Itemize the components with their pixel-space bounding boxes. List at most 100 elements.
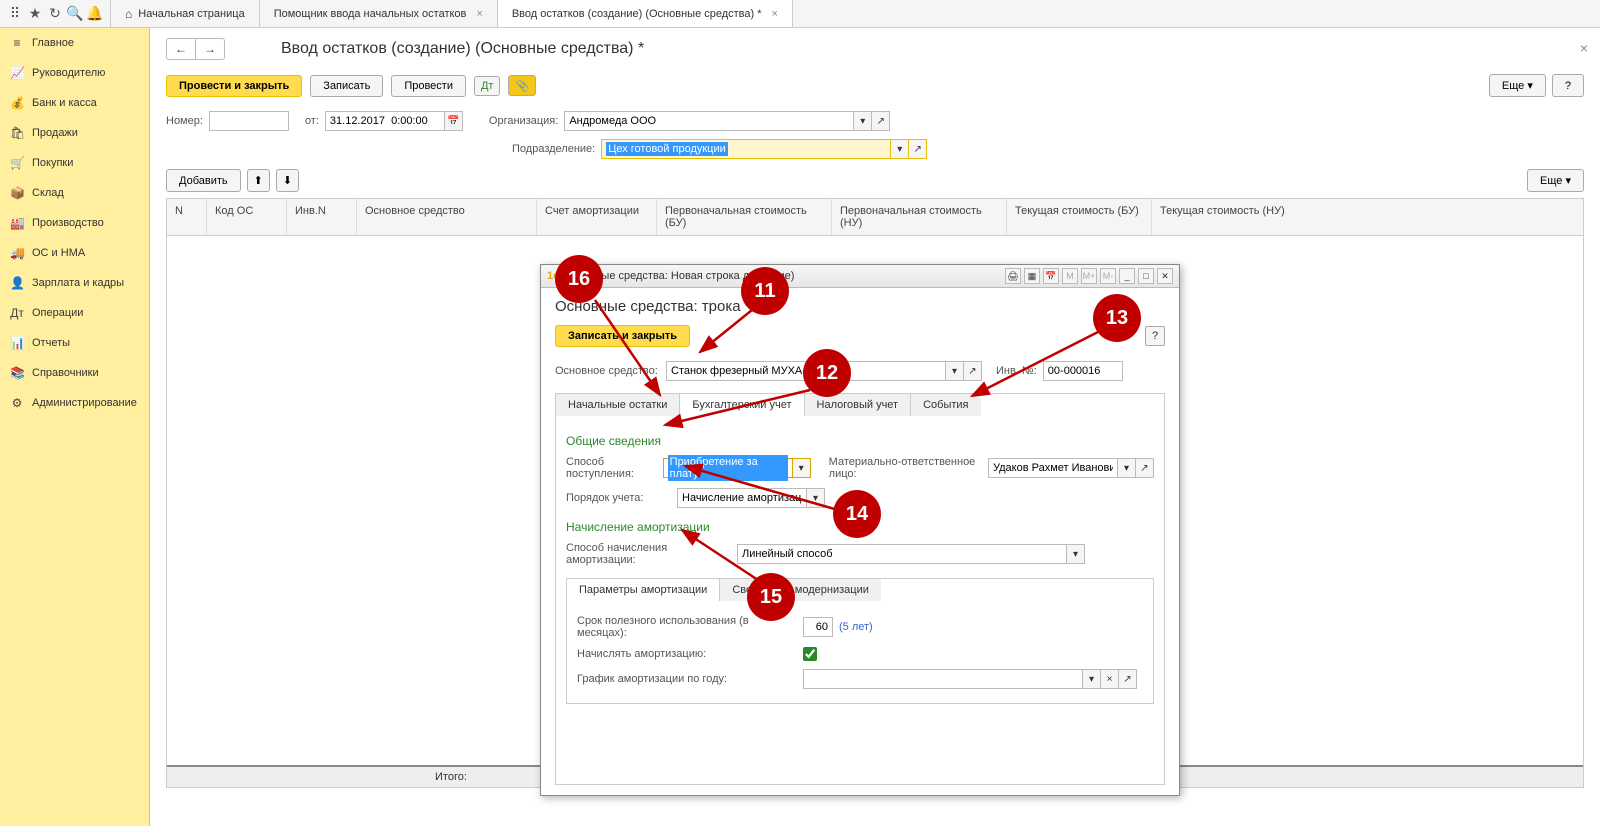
- col-amort-acc[interactable]: Счет амортизации: [537, 199, 657, 235]
- move-down-button[interactable]: ⬇: [276, 169, 299, 192]
- open-icon[interactable]: ↗: [1119, 669, 1137, 689]
- clear-icon[interactable]: ×: [1101, 669, 1119, 689]
- back-button[interactable]: ←: [167, 39, 196, 59]
- number-input[interactable]: [209, 111, 289, 131]
- more-button[interactable]: Еще ▾: [1489, 74, 1546, 97]
- chevron-down-icon[interactable]: ▾: [1083, 669, 1101, 689]
- close-doc-button[interactable]: ×: [1580, 40, 1588, 56]
- col-init-nu[interactable]: Первоначальная стоимость (НУ): [832, 199, 1007, 235]
- sidebar-item-label: Операции: [32, 307, 83, 319]
- chevron-down-icon[interactable]: ▾: [946, 361, 964, 381]
- order-label: Порядок учета:: [566, 492, 671, 504]
- col-invn[interactable]: Инв.N: [287, 199, 357, 235]
- bell-icon[interactable]: 🔔: [88, 7, 102, 21]
- org-input[interactable]: [564, 111, 854, 131]
- chevron-down-icon[interactable]: ▾: [807, 488, 825, 508]
- chevron-down-icon[interactable]: ▾: [793, 458, 811, 478]
- factory-icon: 🏭: [10, 216, 24, 230]
- dialog-help-button[interactable]: ?: [1145, 326, 1165, 346]
- col-code[interactable]: Код ОС: [207, 199, 287, 235]
- cart-icon: 🛒: [10, 156, 24, 170]
- subtab-modernization[interactable]: Сведения о модернизации: [720, 579, 881, 601]
- write-button[interactable]: Записать: [310, 75, 383, 97]
- tab-doc[interactable]: Ввод остатков (создание) (Основные средс…: [498, 0, 793, 27]
- close-icon[interactable]: ×: [472, 8, 482, 20]
- dialog-save-close-button[interactable]: Записать и закрыть: [555, 325, 690, 347]
- mol-input[interactable]: [988, 458, 1118, 478]
- amort-way-input[interactable]: [737, 544, 1067, 564]
- add-row-button[interactable]: Добавить: [166, 169, 241, 192]
- star-icon[interactable]: ★: [28, 7, 42, 21]
- calendar-icon[interactable]: 📅: [445, 111, 463, 131]
- sidebar-item-reports[interactable]: 📊Отчеты: [0, 328, 149, 358]
- os-label: Основное средство:: [555, 365, 660, 377]
- sidebar-item-sales[interactable]: 🛍Продажи: [0, 118, 149, 148]
- dialog-titlebar[interactable]: 1c Основные средства: Новая строка дприя…: [541, 265, 1179, 288]
- print-icon[interactable]: 🖨: [1005, 268, 1021, 284]
- way-input[interactable]: Приобретение за плату: [663, 458, 793, 478]
- sidebar-item-warehouse[interactable]: 📦Склад: [0, 178, 149, 208]
- help-button[interactable]: ?: [1552, 74, 1584, 97]
- invn-input[interactable]: [1043, 361, 1123, 381]
- sidebar-item-manager[interactable]: 📈Руководителю: [0, 58, 149, 88]
- grid-icon[interactable]: ▦: [1024, 268, 1040, 284]
- sidebar-item-main[interactable]: ≡Главное: [0, 28, 149, 58]
- chevron-down-icon[interactable]: ▾: [891, 139, 909, 159]
- maximize-icon[interactable]: □: [1138, 268, 1154, 284]
- content-area: × ← → Ввод остатков (создание) (Основные…: [150, 28, 1600, 826]
- open-icon[interactable]: ↗: [872, 111, 890, 131]
- tab-helper[interactable]: Помощник ввода начальных остатков ×: [260, 0, 498, 27]
- forward-button[interactable]: →: [196, 39, 224, 59]
- tab-accounting[interactable]: Бухгалтерский учет: [680, 394, 804, 416]
- person-icon: 👤: [10, 276, 24, 290]
- subtab-params[interactable]: Параметры амортизации: [567, 579, 720, 601]
- apps-icon[interactable]: ⠿: [8, 7, 22, 21]
- open-icon[interactable]: ↗: [964, 361, 982, 381]
- dept-input[interactable]: Цех готовой продукции: [601, 139, 891, 159]
- mplus-icon[interactable]: M+: [1081, 268, 1097, 284]
- post-button[interactable]: Провести: [391, 75, 466, 97]
- open-icon[interactable]: ↗: [1136, 458, 1154, 478]
- sidebar-item-bank[interactable]: 💰Банк и касса: [0, 88, 149, 118]
- col-n[interactable]: N: [167, 199, 207, 235]
- life-hint: (5 лет): [839, 621, 873, 633]
- do-amort-checkbox[interactable]: [803, 647, 817, 661]
- life-input[interactable]: [803, 617, 833, 637]
- col-asset[interactable]: Основное средство: [357, 199, 537, 235]
- history-icon[interactable]: ↻: [48, 7, 62, 21]
- date-input[interactable]: [325, 111, 445, 131]
- tab-events[interactable]: События: [911, 394, 980, 416]
- order-input[interactable]: [677, 488, 807, 508]
- close-icon[interactable]: ×: [768, 8, 778, 20]
- sidebar-item-purchases[interactable]: 🛒Покупки: [0, 148, 149, 178]
- schedule-input[interactable]: [803, 669, 1083, 689]
- sidebar-item-salary[interactable]: 👤Зарплата и кадры: [0, 268, 149, 298]
- sidebar-item-production[interactable]: 🏭Производство: [0, 208, 149, 238]
- attach-button[interactable]: 📎: [508, 75, 536, 96]
- col-cur-nu[interactable]: Текущая стоимость (НУ): [1152, 199, 1583, 235]
- calendar-icon[interactable]: 📅: [1043, 268, 1059, 284]
- chevron-down-icon[interactable]: ▾: [1067, 544, 1085, 564]
- post-and-close-button[interactable]: Провести и закрыть: [166, 75, 302, 97]
- from-label: от:: [305, 115, 319, 127]
- move-up-button[interactable]: ⬆: [247, 169, 270, 192]
- chevron-down-icon[interactable]: ▾: [1118, 458, 1136, 478]
- tab-home[interactable]: ⌂ Начальная страница: [111, 0, 260, 27]
- sidebar-item-assets[interactable]: 🚚ОС и НМА: [0, 238, 149, 268]
- tab-tax[interactable]: Налоговый учет: [805, 394, 912, 416]
- chevron-down-icon[interactable]: ▾: [854, 111, 872, 131]
- table-more-button[interactable]: Еще ▾: [1527, 169, 1584, 192]
- tab-initial[interactable]: Начальные остатки: [556, 394, 680, 416]
- col-cur-bu[interactable]: Текущая стоимость (БУ): [1007, 199, 1152, 235]
- sidebar-item-admin[interactable]: ⚙Администрирование: [0, 388, 149, 418]
- sidebar-item-catalogs[interactable]: 📚Справочники: [0, 358, 149, 388]
- open-icon[interactable]: ↗: [909, 139, 927, 159]
- search-icon[interactable]: 🔍: [68, 7, 82, 21]
- dtkt-button[interactable]: Дт: [474, 76, 501, 96]
- minimize-icon[interactable]: _: [1119, 268, 1135, 284]
- m-icon[interactable]: M: [1062, 268, 1078, 284]
- col-init-bu[interactable]: Первоначальная стоимость (БУ): [657, 199, 832, 235]
- sidebar-item-operations[interactable]: ДтОперации: [0, 298, 149, 328]
- mminus-icon[interactable]: M-: [1100, 268, 1116, 284]
- close-icon[interactable]: ✕: [1157, 268, 1173, 284]
